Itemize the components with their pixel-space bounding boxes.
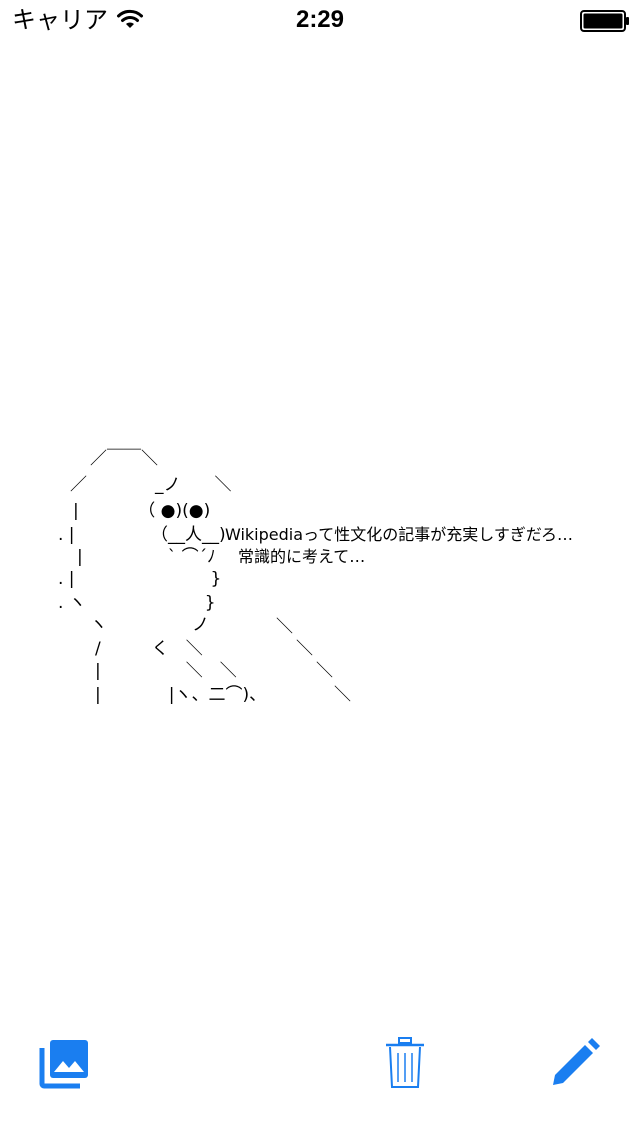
art-line: | |ヽ、二⌒)、 — [95, 685, 267, 705]
pencil-icon — [549, 1037, 601, 1093]
art-slash: ＼ — [316, 661, 333, 681]
art-line: . | （__人__) — [58, 525, 226, 545]
art-line: ／￣￣＼ — [90, 449, 158, 469]
art-line: | （ ●)(●) — [73, 501, 211, 521]
art-slash: ＼ — [334, 685, 351, 705]
art-line: ／ _ノ ＼ — [70, 475, 232, 495]
speech-text-line1: Wikipediaって性文化の記事が充実しすぎだろ… — [225, 525, 573, 544]
delete-button[interactable] — [370, 1030, 440, 1100]
art-line: . | } — [58, 569, 222, 589]
trash-icon — [385, 1037, 425, 1093]
art-line: | ` ⌒´ﾉ — [77, 547, 216, 567]
art-slash: ＼ — [276, 617, 293, 637]
art-line: / く ＼ — [95, 639, 203, 659]
gallery-button[interactable] — [30, 1030, 100, 1100]
ascii-art: ／￣￣＼ ／ _ノ ＼ | （ ●)(●) . | （__人__) | ` ⌒´… — [0, 0, 640, 1136]
edit-button[interactable] — [540, 1030, 610, 1100]
art-line: | ＼ ＼ — [95, 661, 237, 681]
art-slash: ＼ — [296, 639, 313, 659]
bottom-toolbar — [0, 1030, 640, 1100]
photo-library-icon — [38, 1036, 92, 1094]
art-line: . ヽ } — [58, 593, 216, 613]
art-line: ヽ ノ — [90, 615, 209, 635]
speech-text-line2: 常識的に考えて… — [238, 547, 366, 566]
